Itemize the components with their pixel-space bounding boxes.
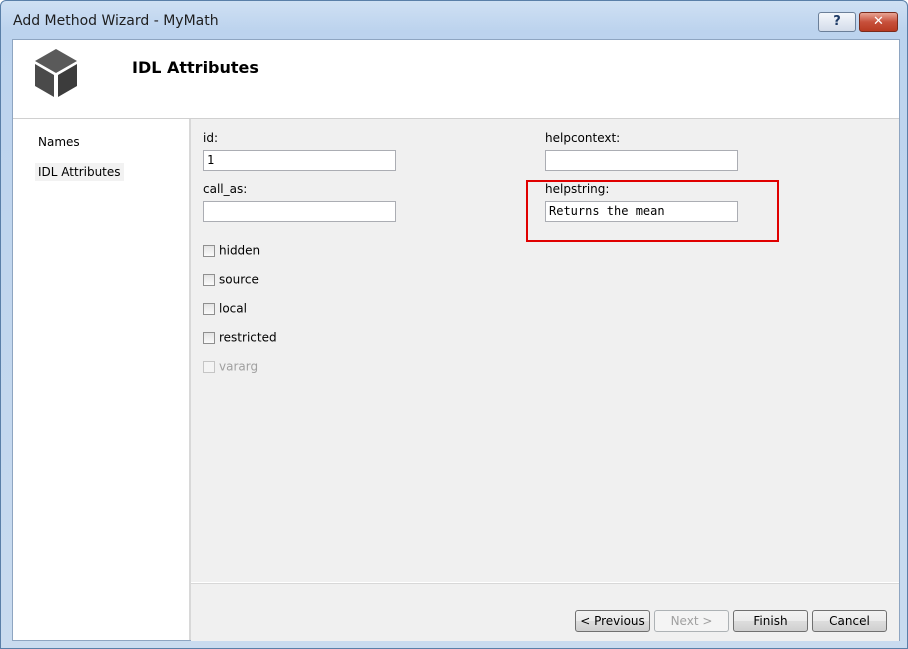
checkbox-box[interactable] xyxy=(203,273,215,286)
id-field[interactable]: 1 xyxy=(203,150,396,171)
vararg-checkbox-label: vararg xyxy=(219,359,259,374)
checkbox-box[interactable] xyxy=(203,244,215,257)
close-button[interactable]: ✕ xyxy=(859,12,898,32)
window-title: Add Method Wizard - MyMath xyxy=(13,13,219,29)
sidebar-item-names[interactable]: Names xyxy=(35,133,83,151)
wizard-client-area: IDL Attributes Names IDL Attributes id: … xyxy=(12,39,900,641)
wizard-footer: < Previous Next > Finish Cancel xyxy=(191,583,899,641)
next-button: Next > xyxy=(654,610,729,632)
help-button[interactable]: ? xyxy=(818,12,856,32)
helpstring-field[interactable]: Returns the mean xyxy=(545,201,738,222)
page-title: IDL Attributes xyxy=(132,58,259,77)
checkbox-box[interactable] xyxy=(203,302,215,315)
call-as-field[interactable] xyxy=(203,201,396,222)
checkbox-box xyxy=(203,360,215,373)
previous-button[interactable]: < Previous xyxy=(575,610,650,632)
restricted-checkbox[interactable]: restricted xyxy=(203,330,277,346)
wizard-sidebar: Names IDL Attributes xyxy=(13,119,191,640)
call-as-label: call_as: xyxy=(203,182,248,196)
wizard-cube-icon xyxy=(35,49,77,97)
id-label: id: xyxy=(203,131,218,145)
helpcontext-label: helpcontext: xyxy=(545,131,621,145)
vararg-checkbox: vararg xyxy=(203,359,258,375)
restricted-checkbox-label: restricted xyxy=(219,330,277,345)
checkbox-box[interactable] xyxy=(203,331,215,344)
hidden-checkbox-label: hidden xyxy=(219,243,261,258)
local-checkbox-label: local xyxy=(219,301,247,316)
idl-attributes-panel: id: 1 call_as: helpcontext: helpstring: … xyxy=(191,119,899,582)
wizard-window: Add Method Wizard - MyMath ? ✕ IDL Attri… xyxy=(0,0,908,649)
hidden-checkbox[interactable]: hidden xyxy=(203,243,260,259)
wizard-header: IDL Attributes xyxy=(13,40,899,119)
finish-button[interactable]: Finish xyxy=(733,610,808,632)
sidebar-item-idl-attributes[interactable]: IDL Attributes xyxy=(35,163,124,181)
cancel-button[interactable]: Cancel xyxy=(812,610,887,632)
local-checkbox[interactable]: local xyxy=(203,301,247,317)
helpstring-label: helpstring: xyxy=(545,182,610,196)
source-checkbox-label: source xyxy=(219,272,259,287)
helpcontext-field[interactable] xyxy=(545,150,738,171)
source-checkbox[interactable]: source xyxy=(203,272,259,288)
title-bar: Add Method Wizard - MyMath ? ✕ xyxy=(1,1,907,38)
